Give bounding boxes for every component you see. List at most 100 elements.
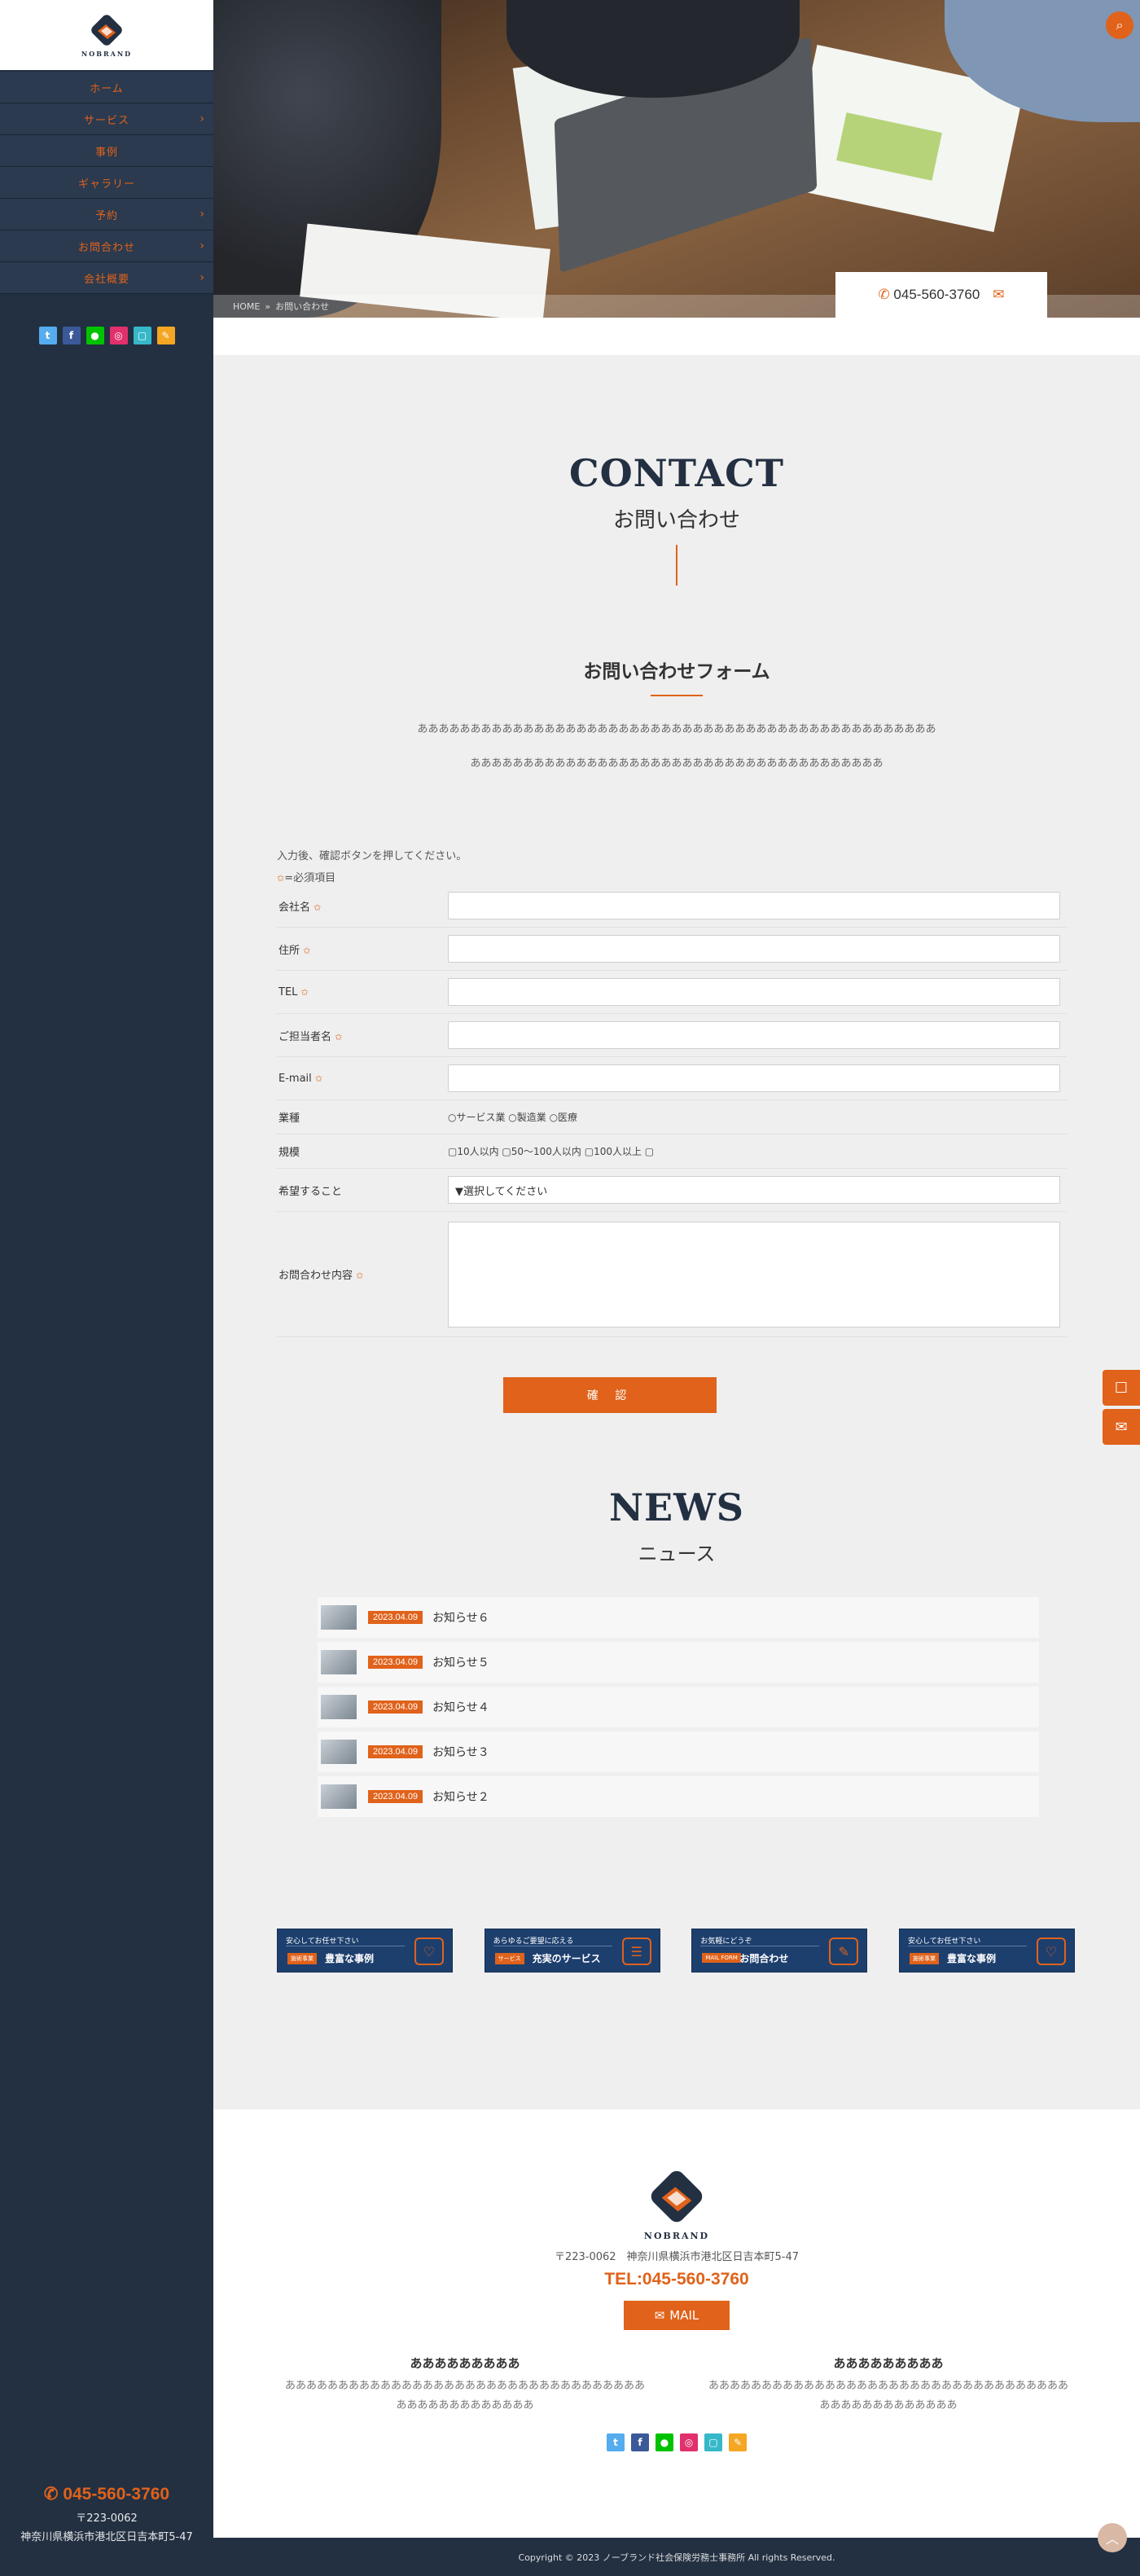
- hero-image: HOME » お問い合わせ ✆ 045-560-3760 ✉ ⌕: [213, 0, 1140, 318]
- instagram-icon[interactable]: ◎: [109, 327, 128, 344]
- scale-checkbox-group[interactable]: ▢10人以内 ▢50〜100人以内 ▢100人以上 ▢: [448, 1144, 1067, 1158]
- hero-contact-box: ✆ 045-560-3760 ✉: [835, 272, 1047, 318]
- form-note: 入力後、確認ボタンを押してください。: [277, 850, 467, 862]
- form-lead-line: ああああああああああああああああああああああああああああああああああああああああ…: [417, 723, 936, 735]
- banner-tag: 施術事業: [287, 1953, 317, 1964]
- hero-tel[interactable]: ✆ 045-560-3760: [878, 287, 980, 303]
- address-field[interactable]: [448, 935, 1060, 963]
- email-field[interactable]: [448, 1064, 1060, 1092]
- footer-column-text: ああああああああああああああああああああああああああああああああああああああああ…: [708, 2380, 1068, 2411]
- comment-icon[interactable]: ✉: [1103, 1409, 1140, 1445]
- chevron-right-icon: ›: [200, 271, 205, 284]
- news-title: NEWS: [609, 1485, 744, 1529]
- person-field[interactable]: [448, 1021, 1060, 1049]
- banner-title: 豊富な事例: [946, 1953, 996, 1964]
- field-label: E-mail ✩: [277, 1073, 448, 1085]
- sidebar-tel[interactable]: ✆ 045-560-3760: [0, 2484, 213, 2504]
- chat-icon[interactable]: ☐: [1103, 1370, 1140, 1406]
- field-label: 規模: [278, 1147, 300, 1159]
- twitter-icon[interactable]: t: [607, 2433, 625, 2451]
- news-date: 2023.04.09: [368, 1790, 423, 1803]
- news-item[interactable]: 2023.04.09 お知らせ２: [318, 1776, 1039, 1817]
- required-star-icon: ✩: [335, 1031, 343, 1042]
- required-star-icon: ✩: [314, 902, 322, 913]
- nav-item-cases[interactable]: 事例: [0, 135, 213, 167]
- company-field[interactable]: [448, 892, 1060, 919]
- field-label-text: TEL: [278, 985, 298, 998]
- field-label: 住所 ✩: [277, 941, 448, 957]
- footer-mail-button[interactable]: ✉ MAIL: [624, 2301, 730, 2330]
- field-label-text: お問合わせ内容: [278, 1270, 353, 1282]
- news-item[interactable]: 2023.04.09 お知らせ３: [318, 1731, 1039, 1772]
- message-textarea[interactable]: [448, 1221, 1060, 1327]
- required-star-icon: ✩: [356, 1270, 364, 1281]
- sidebar: NOBRAND ホーム サービス › 事例 ギャラリー 予約 › お問合わせ › 会社…: [0, 0, 213, 2576]
- note-icon[interactable]: ✎: [156, 327, 175, 344]
- nav-item-gallery[interactable]: ギャラリー: [0, 167, 213, 199]
- twitter-icon[interactable]: t: [38, 327, 57, 344]
- hero-bottom-bar: [213, 318, 1140, 355]
- news-list: 2023.04.09 お知らせ６ 2023.04.09 お知らせ５ 2023.04.…: [318, 1597, 1039, 1821]
- form-row-person: ご担当者名 ✩: [277, 1014, 1067, 1057]
- nav-label: 会社概要: [83, 273, 129, 286]
- nav-item-contact[interactable]: お問合わせ ›: [0, 230, 213, 262]
- contact-title: CONTACT: [569, 451, 784, 495]
- banner-caption: あらゆるご要望に応える: [493, 1937, 574, 1946]
- required-star-icon: ✩: [277, 873, 285, 884]
- banner-cases-2[interactable]: 安心してお任せ下さい 施術事業 豊富な事例 ♡: [898, 1929, 1075, 1973]
- footer-columns: あああああああああ ああああああああああああああああああああああああああああああ…: [213, 2354, 1140, 2416]
- news-date: 2023.04.09: [368, 1656, 423, 1669]
- handshake-icon: ♡: [1036, 1937, 1066, 1965]
- nav-item-company[interactable]: 会社概要 ›: [0, 262, 213, 294]
- sidebar-zip: 〒223-0062: [76, 2512, 138, 2525]
- banner-tag: サービス: [494, 1953, 524, 1964]
- line-icon[interactable]: ●: [86, 327, 104, 344]
- news-item[interactable]: 2023.04.09 お知らせ６: [318, 1597, 1039, 1638]
- footer-tel[interactable]: TEL:045-560-3760: [213, 2270, 1140, 2289]
- main-content: CONTACT お問い合わせ お問い合わせフォーム ああああああああああああああ…: [213, 355, 1140, 1973]
- nav-item-service[interactable]: サービス ›: [0, 103, 213, 135]
- facebook-icon[interactable]: f: [62, 327, 81, 344]
- confirm-button[interactable]: 確 認: [503, 1377, 717, 1413]
- nav-label: 事例: [94, 146, 118, 159]
- copyright: Copyright © 2023 ノーブランド社会保険労務士事務所 All ri…: [213, 2538, 1140, 2576]
- banner-service[interactable]: あらゆるご要望に応える サービス 充実のサービス ☰: [484, 1929, 660, 1973]
- hero-tel-number: 045-560-3760: [893, 287, 980, 302]
- industry-radio-group[interactable]: ○サービス業 ○製造業 ○医療: [448, 1110, 1067, 1124]
- scroll-top-button[interactable]: ︿: [1098, 2523, 1127, 2552]
- footer-logo[interactable]: NOBRAND: [213, 2109, 1140, 2241]
- instagram-icon[interactable]: ◎: [680, 2433, 698, 2451]
- breadcrumb-home[interactable]: HOME: [233, 301, 260, 312]
- banner-contact[interactable]: お気軽にどうぞ MAIL FORM お問合わせ ✎: [691, 1929, 868, 1973]
- nav-item-reservation[interactable]: 予約 ›: [0, 199, 213, 230]
- form-row-scale: 規模 ▢10人以内 ▢50〜100人以内 ▢100人以上 ▢: [277, 1134, 1067, 1169]
- news-item[interactable]: 2023.04.09 お知らせ４: [318, 1687, 1039, 1727]
- nav-label: サービス: [83, 114, 129, 127]
- sidebar-social: t f ● ◎ ▢ ✎: [0, 327, 213, 344]
- b-icon[interactable]: ▢: [704, 2433, 722, 2451]
- divider-line: [676, 545, 677, 586]
- footer-column-title: あああああああああ: [833, 2356, 944, 2371]
- field-label: 会社名 ✩: [277, 898, 448, 914]
- facebook-icon[interactable]: f: [631, 2433, 649, 2451]
- nav-label: 予約: [94, 209, 118, 222]
- news-title-text: お知らせ２: [432, 1791, 489, 1804]
- news-date: 2023.04.09: [368, 1701, 423, 1714]
- tel-field[interactable]: [448, 978, 1060, 1006]
- sidebar-logo[interactable]: NOBRAND: [0, 0, 213, 70]
- request-select[interactable]: ▼選択してください: [448, 1176, 1060, 1204]
- nav-item-home[interactable]: ホーム: [0, 72, 213, 103]
- search-icon[interactable]: ⌕: [1106, 11, 1133, 39]
- news-item[interactable]: 2023.04.09 お知らせ５: [318, 1642, 1039, 1683]
- pen-icon: ✎: [829, 1937, 859, 1965]
- news-thumbnail: [321, 1650, 357, 1674]
- field-label: 業種: [278, 1112, 300, 1125]
- line-icon[interactable]: ●: [656, 2433, 673, 2451]
- clipboard-icon: ☰: [621, 1937, 651, 1965]
- chevron-up-icon: ︿: [1105, 2531, 1119, 2547]
- b-icon[interactable]: ▢: [133, 327, 151, 344]
- divider-line: [651, 695, 703, 696]
- banner-cases[interactable]: 安心してお任せ下さい 施術事業 豊富な事例 ♡: [277, 1929, 453, 1973]
- note-icon[interactable]: ✎: [729, 2433, 747, 2451]
- mail-icon[interactable]: ✉: [993, 287, 1004, 303]
